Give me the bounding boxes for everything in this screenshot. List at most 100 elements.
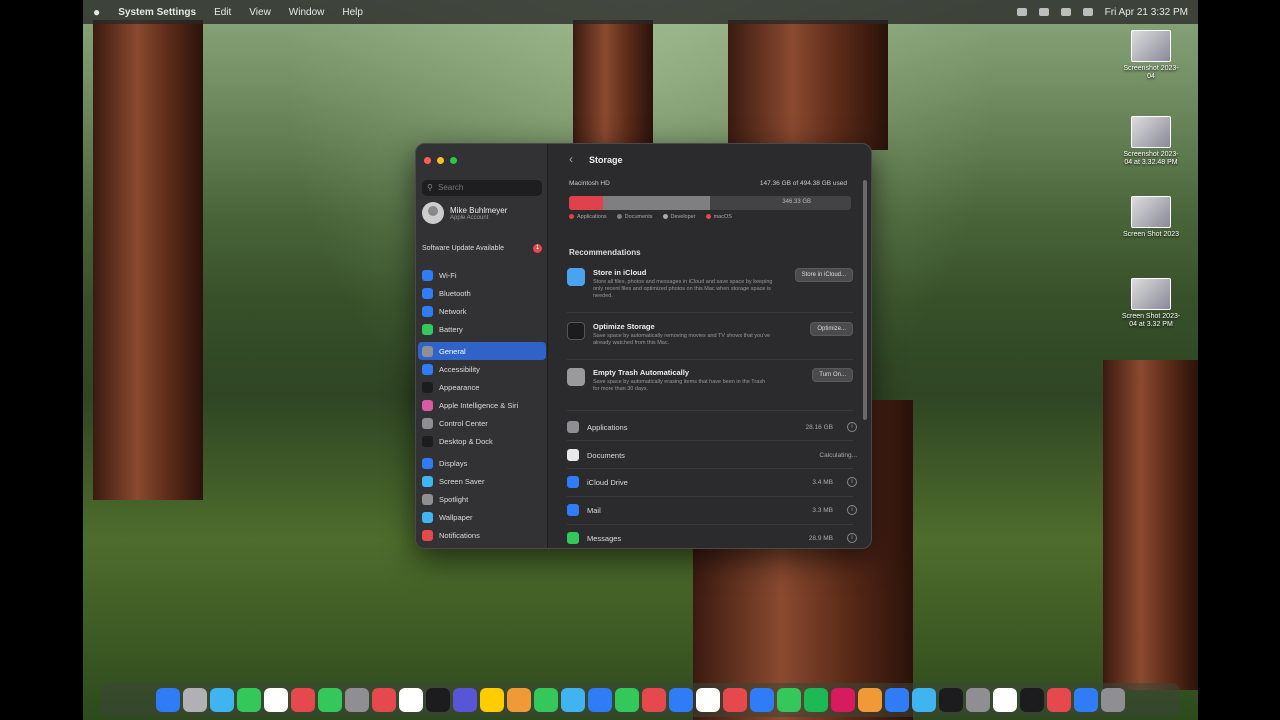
- recommendation-icloud: Store in iCloud Store all files, photos …: [567, 268, 857, 300]
- dock-app-icon[interactable]: [317, 688, 342, 712]
- dock-app-icon[interactable]: [641, 688, 666, 712]
- desktop-file[interactable]: Screen Shot 2023: [1120, 196, 1182, 239]
- dock-app-icon[interactable]: [560, 688, 585, 712]
- dock-app-icon[interactable]: [290, 688, 315, 712]
- dock-app-icon[interactable]: [722, 688, 747, 712]
- dock-app-icon[interactable]: [938, 688, 963, 712]
- dock-app-icon[interactable]: [398, 688, 423, 712]
- sidebar-item-desktop-dock[interactable]: Desktop & Dock: [418, 432, 546, 450]
- turn-on-button[interactable]: Turn On...: [812, 368, 853, 382]
- dock-app-icon[interactable]: [533, 688, 558, 712]
- sidebar-item-spotlight[interactable]: Spotlight: [418, 490, 546, 508]
- category-documents[interactable]: Documents Calculating...: [567, 449, 857, 461]
- dock-app-icon[interactable]: [749, 688, 774, 712]
- dock-app-icon[interactable]: [776, 688, 801, 712]
- recommendation-optimize: Optimize Storage Save space by automatic…: [567, 322, 857, 347]
- dock-app-icon[interactable]: [371, 688, 396, 712]
- sidebar-item-accessibility[interactable]: Accessibility: [418, 360, 546, 378]
- sidebar-item-appearance[interactable]: Appearance: [418, 378, 546, 396]
- dock-app-icon[interactable]: [911, 688, 936, 712]
- dock-app-icon[interactable]: [479, 688, 504, 712]
- dock-app-icon[interactable]: [182, 688, 207, 712]
- category-name: Mail: [587, 505, 601, 515]
- category-icloud-drive[interactable]: iCloud Drive 3.4 MB i: [567, 476, 857, 488]
- sidebar-item-bluetooth[interactable]: Bluetooth: [418, 284, 546, 302]
- sidebar-nav: Wi-Fi Bluetooth Network Battery General Acces…: [418, 266, 546, 544]
- dock-app-icon[interactable]: [452, 688, 477, 712]
- close-button[interactable]: [424, 157, 431, 164]
- sidebar-item-apple-intelligence-siri[interactable]: Apple Intelligence & Siri: [418, 396, 546, 414]
- dock-app-icon[interactable]: [1019, 688, 1044, 712]
- battery-icon[interactable]: [1016, 8, 1027, 16]
- user-account[interactable]: Mike Buhlmeyer Apple Account: [422, 202, 507, 224]
- dock-app-icon[interactable]: [965, 688, 990, 712]
- sidebar-item-wi-fi[interactable]: Wi-Fi: [418, 266, 546, 284]
- dock-app-icon[interactable]: [668, 688, 693, 712]
- sidebar-item-general[interactable]: General: [418, 342, 546, 360]
- menu-help[interactable]: Help: [342, 7, 363, 18]
- search-icon[interactable]: [1060, 8, 1071, 16]
- dock-app-icon[interactable]: [857, 688, 882, 712]
- sidebar-item-notifications[interactable]: Notifications: [418, 526, 546, 544]
- file-label: Screen Shot 2023: [1122, 231, 1180, 238]
- sidebar-item-label: Spotlight: [439, 494, 469, 504]
- user-name: Mike Buhlmeyer: [450, 205, 508, 215]
- search-input[interactable]: ⚲ Search: [422, 180, 542, 196]
- apple-icon[interactable]: ●: [93, 5, 100, 19]
- dock-app-icon[interactable]: [695, 688, 720, 712]
- wifi-icon[interactable]: [1038, 8, 1049, 16]
- dock-app-icon[interactable]: [506, 688, 531, 712]
- dock-app-icon[interactable]: [155, 688, 180, 712]
- scrollbar[interactable]: [863, 180, 867, 420]
- dock-app-icon[interactable]: [344, 688, 369, 712]
- sidebar-item-displays[interactable]: Displays: [418, 454, 546, 472]
- dock-app-icon[interactable]: [1100, 688, 1125, 712]
- zoom-button[interactable]: [450, 157, 457, 164]
- category-messages[interactable]: Messages 28.9 MB i: [567, 532, 857, 544]
- menu-edit[interactable]: Edit: [214, 7, 231, 18]
- software-update-row[interactable]: Software Update Available 1: [422, 244, 542, 253]
- store-in-icloud-button[interactable]: Store in iCloud...: [794, 268, 853, 282]
- minimize-button[interactable]: [437, 157, 444, 164]
- dock-app-icon[interactable]: [1046, 688, 1071, 712]
- dock-app-icon[interactable]: [425, 688, 450, 712]
- category-applications[interactable]: Applications 28.16 GB i: [567, 421, 857, 433]
- sidebar-item-network[interactable]: Network: [418, 302, 546, 320]
- applications-icon: [567, 421, 579, 433]
- dock-app-icon[interactable]: [614, 688, 639, 712]
- desktop-file[interactable]: Screen Shot 2023-04 at 3.32 PM: [1120, 278, 1182, 329]
- category-mail[interactable]: Mail 3.3 MB i: [567, 504, 857, 516]
- sidebar-item-label: Displays: [439, 458, 468, 468]
- info-icon[interactable]: i: [847, 477, 857, 487]
- dock-app-icon[interactable]: [587, 688, 612, 712]
- control-center-icon[interactable]: [1082, 8, 1093, 16]
- dock-app-icon[interactable]: [1073, 688, 1098, 712]
- info-icon[interactable]: i: [847, 505, 857, 515]
- dock-app-icon[interactable]: [263, 688, 288, 712]
- sidebar-item-screen-saver[interactable]: Screen Saver: [418, 472, 546, 490]
- category-name: Documents: [587, 450, 625, 460]
- menu-view[interactable]: View: [249, 7, 271, 18]
- dock-app-icon[interactable]: [236, 688, 261, 712]
- desktop-file[interactable]: Screenshot 2023-04 at 3.32.48 PM: [1120, 116, 1182, 167]
- optimize-button[interactable]: Optimize...: [810, 322, 853, 336]
- desktop-file[interactable]: Screenshot 2023-04: [1120, 30, 1182, 81]
- sidebar-item-battery[interactable]: Battery: [418, 320, 546, 338]
- category-size: Calculating...: [819, 451, 857, 459]
- tree-trunk: [1103, 360, 1198, 690]
- menu-window[interactable]: Window: [289, 7, 325, 18]
- sidebar-item-wallpaper[interactable]: Wallpaper: [418, 508, 546, 526]
- dock-app-icon[interactable]: [884, 688, 909, 712]
- sidebar-item-label: Network: [439, 306, 467, 316]
- info-icon[interactable]: i: [847, 422, 857, 432]
- dock-app-icon[interactable]: [830, 688, 855, 712]
- dock-app-icon[interactable]: [992, 688, 1017, 712]
- dock-app-icon[interactable]: [803, 688, 828, 712]
- clock[interactable]: Fri Apr 21 3:32 PM: [1105, 7, 1188, 18]
- storage-bar: 346.33 GB: [569, 196, 851, 210]
- dock-app-icon[interactable]: [209, 688, 234, 712]
- sidebar-item-control-center[interactable]: Control Center: [418, 414, 546, 432]
- menu-app-name[interactable]: System Settings: [118, 7, 196, 18]
- back-button[interactable]: ‹: [569, 152, 573, 166]
- info-icon[interactable]: i: [847, 533, 857, 543]
